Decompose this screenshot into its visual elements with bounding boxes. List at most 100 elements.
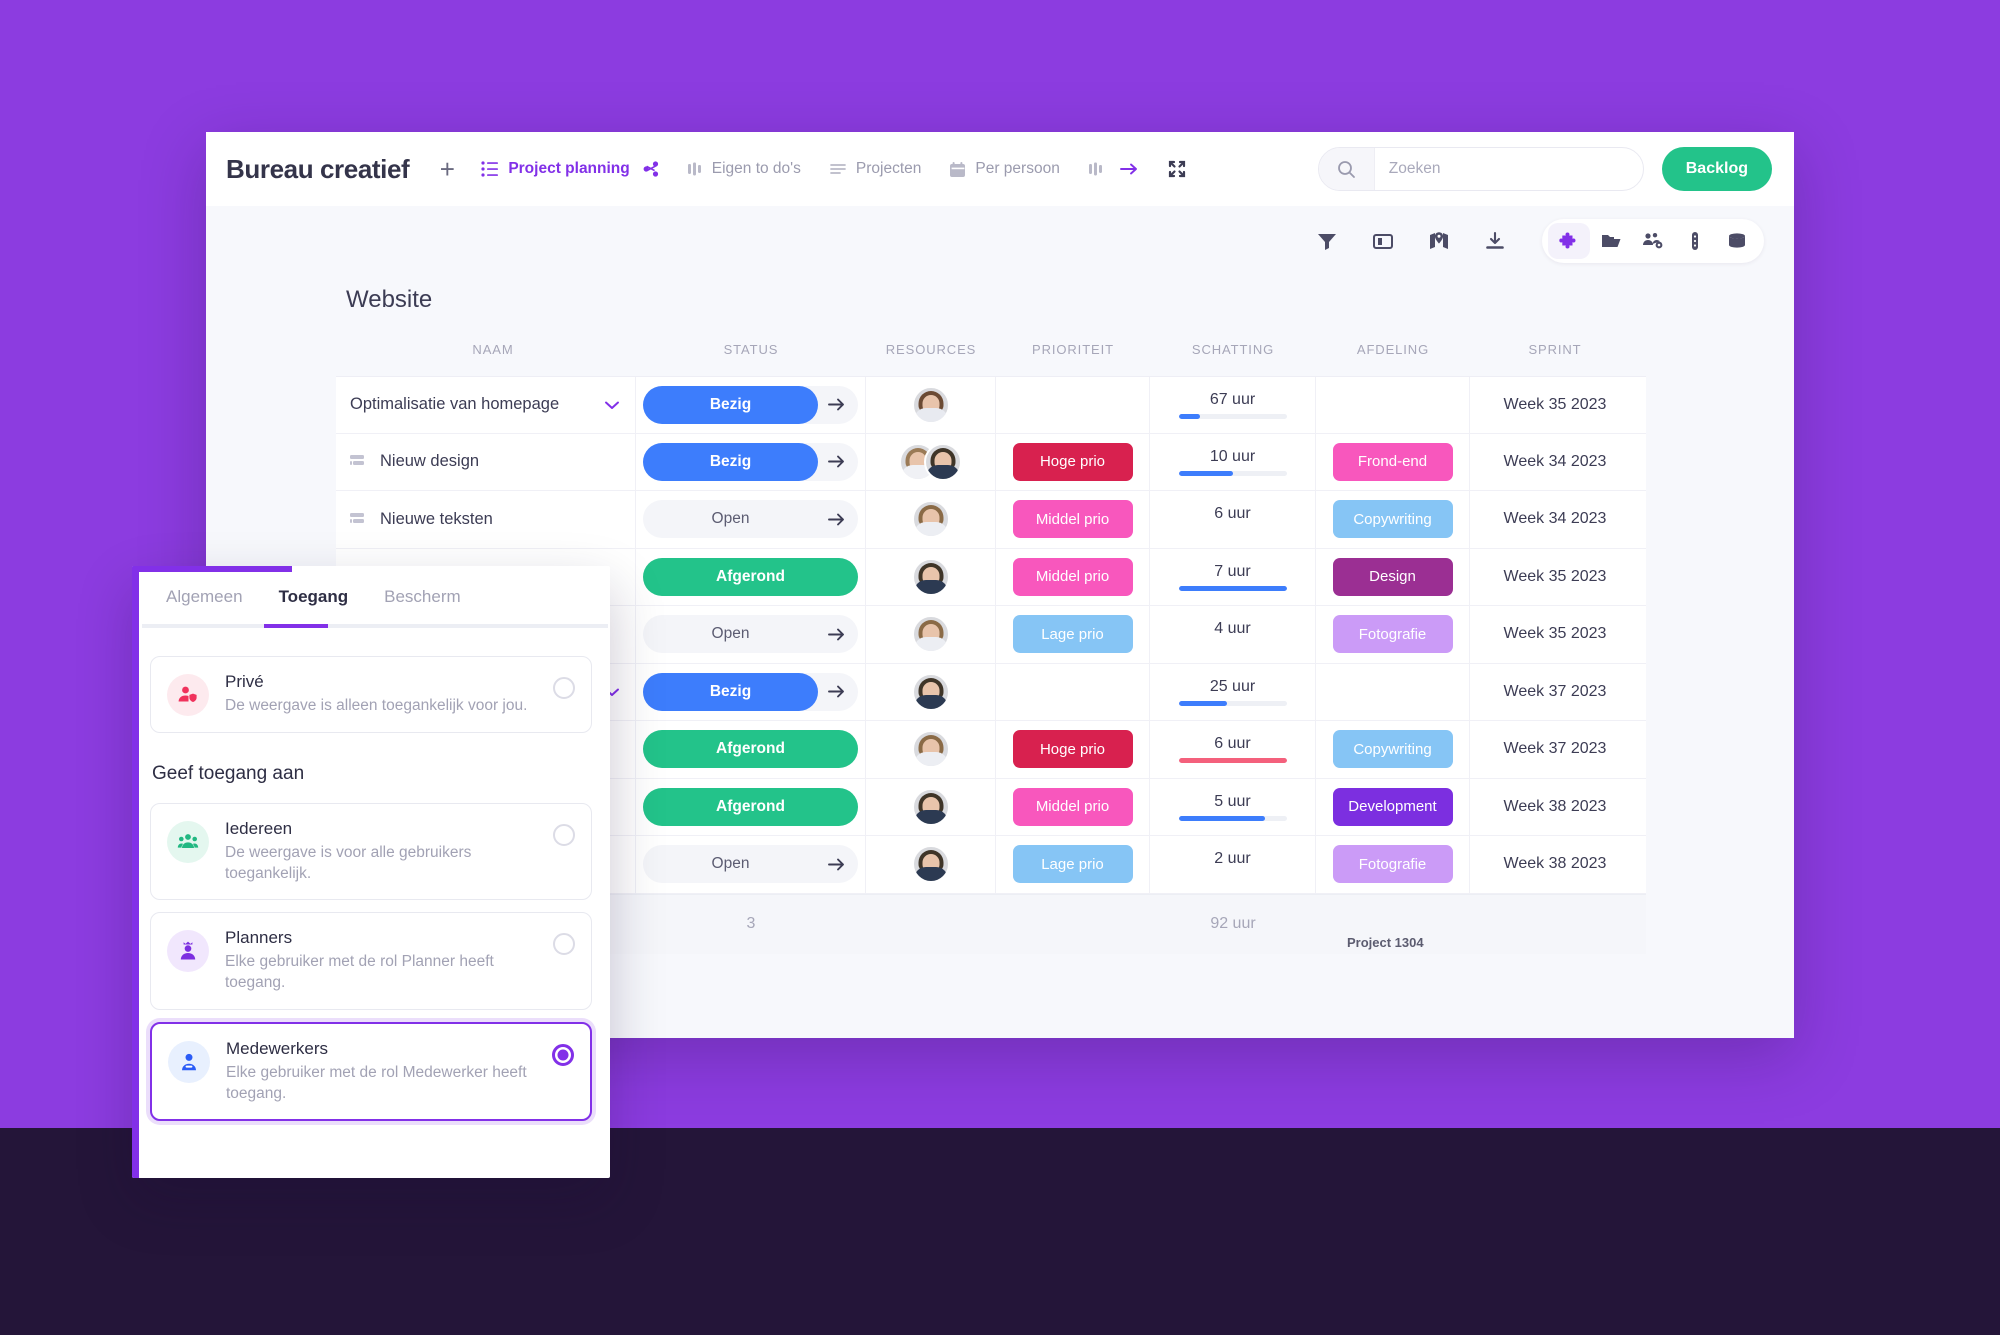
nav-item-eigen-to-dos[interactable]: Eigen to do's xyxy=(673,147,815,191)
status-badge[interactable]: Bezig xyxy=(643,672,818,711)
department-tag[interactable]: Frond-end xyxy=(1332,442,1453,481)
cell-sprint[interactable]: Week 34 2023 xyxy=(1470,491,1640,548)
radio-iedereen[interactable] xyxy=(553,823,575,846)
cell-prioriteit[interactable]: Middel prio xyxy=(996,548,1150,605)
option-card-iedereen[interactable]: Iedereen De weergave is voor alle gebruik… xyxy=(150,802,592,901)
tab-bescherm[interactable]: Bescherm xyxy=(366,566,479,628)
cell-schatting[interactable]: 25 uur xyxy=(1150,663,1316,720)
search-input[interactable] xyxy=(1374,148,1643,190)
cell-afdeling[interactable] xyxy=(1316,377,1470,433)
status-control[interactable]: Afgerond xyxy=(643,787,858,826)
priority-tag[interactable]: Lage prio xyxy=(1012,845,1133,884)
priority-tag[interactable]: Middel prio xyxy=(1012,557,1133,596)
avatar[interactable] xyxy=(911,672,950,711)
cell-resources[interactable] xyxy=(866,491,996,548)
puzzle-icon[interactable] xyxy=(1548,223,1590,259)
cell-status[interactable]: Bezig xyxy=(636,433,866,490)
cell-prioriteit[interactable]: Lage prio xyxy=(996,836,1150,893)
cell-status[interactable]: Bezig xyxy=(636,663,866,720)
cell-schatting[interactable]: 10 uur xyxy=(1150,433,1316,490)
avatar[interactable] xyxy=(911,787,950,826)
status-badge[interactable]: Open xyxy=(643,845,818,883)
cell-naam[interactable]: Optimalisatie van homepage xyxy=(336,377,636,433)
status-badge[interactable]: Afgerond xyxy=(643,730,858,769)
cell-sprint[interactable]: Week 38 2023 xyxy=(1470,836,1640,893)
cell-resources[interactable] xyxy=(866,606,996,663)
cell-afdeling[interactable]: Copywriting xyxy=(1316,721,1470,778)
cell-schatting[interactable]: 5 uur xyxy=(1150,778,1316,835)
status-badge[interactable]: Afgerond xyxy=(643,557,858,596)
department-tag[interactable]: Fotografie xyxy=(1332,845,1453,884)
nav-item-projecten[interactable]: Projecten xyxy=(815,147,935,191)
add-view-button[interactable]: + xyxy=(427,149,467,189)
table-row[interactable]: Optimalisatie van homepage Bezig 67 uur Wee… xyxy=(336,376,1646,434)
avatar[interactable] xyxy=(911,615,950,654)
avatar[interactable] xyxy=(911,845,950,884)
cell-prioriteit[interactable]: Lage prio xyxy=(996,606,1150,663)
avatar[interactable] xyxy=(911,500,950,539)
cell-status[interactable]: Open xyxy=(636,491,866,548)
status-badge[interactable]: Afgerond xyxy=(643,787,858,826)
status-badge[interactable]: Bezig xyxy=(643,442,818,481)
cell-naam[interactable]: Nieuw design xyxy=(336,433,636,490)
cell-sprint[interactable]: Week 38 2023 xyxy=(1470,779,1640,836)
radio-planners[interactable] xyxy=(553,933,575,956)
cell-status[interactable]: Open xyxy=(636,836,866,893)
folder-icon[interactable] xyxy=(1590,223,1632,259)
cell-afdeling[interactable] xyxy=(1316,663,1470,720)
option-card-prive[interactable]: Privé De weergave is alleen toegankelijk… xyxy=(150,656,592,733)
avatar[interactable] xyxy=(924,442,962,481)
nav-item-expand[interactable] xyxy=(1153,147,1201,191)
status-control[interactable]: Bezig xyxy=(643,442,858,481)
option-card-medewerkers[interactable]: Medewerkers Elke gebruiker met de rol Med… xyxy=(150,1021,592,1122)
cell-schatting[interactable]: 6 uur xyxy=(1150,491,1316,548)
priority-tag[interactable]: Middel prio xyxy=(1012,500,1133,539)
cell-prioriteit[interactable] xyxy=(996,377,1150,433)
status-advance-arrow-icon[interactable] xyxy=(818,454,854,469)
cell-status[interactable]: Bezig xyxy=(636,377,866,433)
users-gear-icon[interactable] xyxy=(1632,223,1674,259)
status-control[interactable]: Open xyxy=(643,615,858,654)
avatar[interactable] xyxy=(911,385,950,424)
department-tag[interactable]: Development xyxy=(1332,787,1453,826)
status-control[interactable]: Open xyxy=(643,500,858,539)
department-tag[interactable]: Design xyxy=(1332,557,1453,596)
status-badge[interactable]: Open xyxy=(643,615,818,653)
cell-afdeling[interactable]: Design xyxy=(1316,548,1470,605)
status-advance-arrow-icon[interactable] xyxy=(818,857,854,872)
cell-afdeling[interactable]: Fotografie xyxy=(1316,606,1470,663)
cell-sprint[interactable]: Week 35 2023 xyxy=(1470,377,1640,433)
cell-naam[interactable]: Nieuwe teksten xyxy=(336,491,636,548)
cell-prioriteit[interactable] xyxy=(996,663,1150,720)
cell-prioriteit[interactable]: Middel prio xyxy=(996,491,1150,548)
cell-afdeling[interactable]: Copywriting xyxy=(1316,491,1470,548)
status-badge[interactable]: Open xyxy=(643,500,818,538)
cell-resources[interactable] xyxy=(866,377,996,433)
search-bar[interactable] xyxy=(1317,147,1644,191)
cell-schatting[interactable]: 67 uur xyxy=(1150,377,1316,433)
cell-resources[interactable] xyxy=(866,721,996,778)
avatar[interactable] xyxy=(911,557,950,596)
status-control[interactable]: Bezig xyxy=(643,672,858,711)
priority-tag[interactable]: Middel prio xyxy=(1012,787,1133,826)
cell-sprint[interactable]: Week 37 2023 xyxy=(1470,664,1640,721)
nav-item-per-persoon[interactable]: Per persoon xyxy=(935,147,1073,191)
search-icon[interactable] xyxy=(1318,148,1375,190)
status-advance-arrow-icon[interactable] xyxy=(818,397,854,412)
nav-item-project-planning[interactable]: Project planning xyxy=(467,147,672,191)
department-tag[interactable]: Copywriting xyxy=(1332,500,1453,539)
cell-prioriteit[interactable]: Hoge prio xyxy=(996,721,1150,778)
status-control[interactable]: Open xyxy=(643,845,858,884)
cell-schatting[interactable]: 6 uur xyxy=(1150,721,1316,778)
table-row[interactable]: Nieuwe teksten Open Middel prio 6 uur Copywr… xyxy=(336,491,1646,549)
table-row[interactable]: Nieuw design Bezig Hoge prio 10 uur Frond-en… xyxy=(336,433,1646,491)
department-tag[interactable]: Copywriting xyxy=(1332,730,1453,769)
department-tag[interactable]: Fotografie xyxy=(1332,615,1453,654)
map-icon[interactable] xyxy=(1424,226,1454,256)
cell-status[interactable]: Afgerond xyxy=(636,778,866,835)
cell-sprint[interactable]: Week 35 2023 xyxy=(1470,549,1640,606)
priority-tag[interactable]: Lage prio xyxy=(1012,615,1133,654)
backlog-button[interactable]: Backlog xyxy=(1661,147,1772,191)
tab-toegang[interactable]: Toegang xyxy=(261,566,367,628)
filter-icon[interactable] xyxy=(1312,226,1342,256)
